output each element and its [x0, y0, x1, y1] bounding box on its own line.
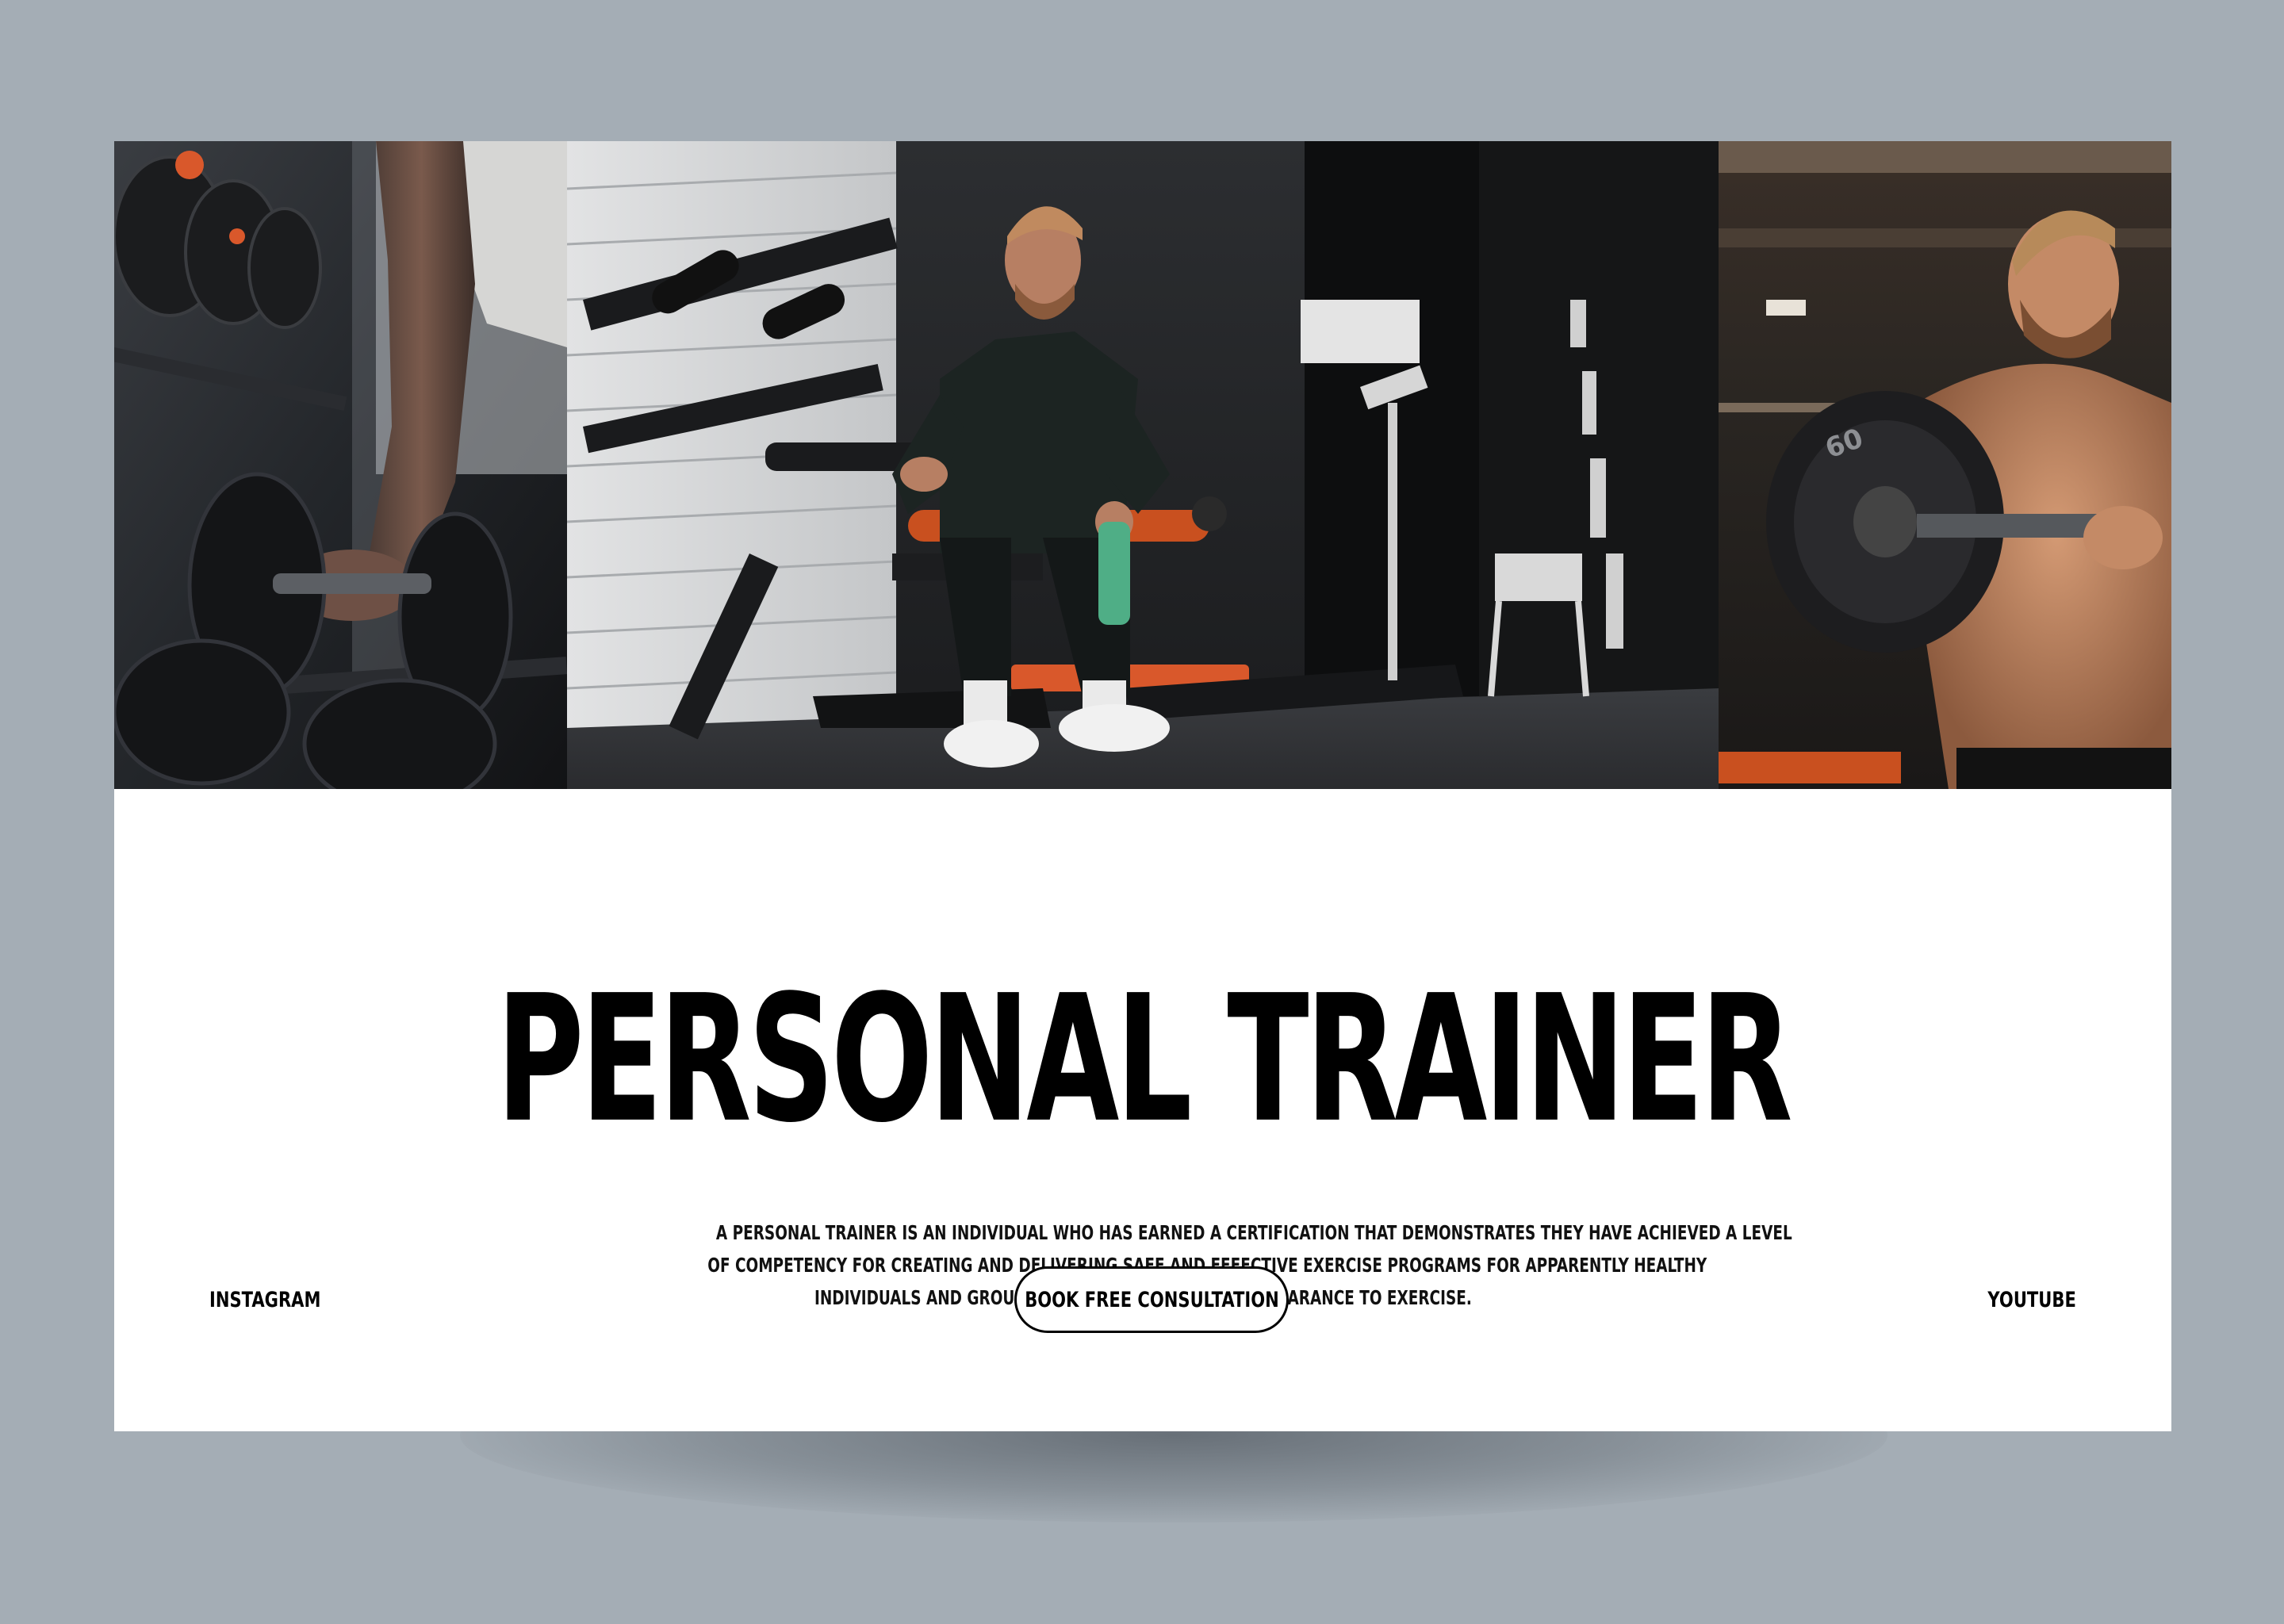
- landing-card: 60 PERSONAL TRAINER A PERSONAL TRAINER I…: [114, 141, 2171, 1431]
- page-title: PERSONAL TRAINER: [496, 957, 1793, 1162]
- dumbbell-rack-photo: [114, 141, 567, 789]
- hero-photo-strip: 60: [114, 141, 2171, 789]
- trainer-seated-on-bench-photo: [567, 141, 1719, 789]
- description-line: A PERSONAL TRAINER IS AN INDIVIDUAL WHO …: [715, 1221, 1792, 1244]
- instagram-link[interactable]: INSTAGRAM: [209, 1288, 320, 1312]
- book-consultation-button[interactable]: BOOK FREE CONSULTATION: [1014, 1266, 1289, 1333]
- trainer-lifting-plate-photo: 60: [1719, 141, 2171, 789]
- book-consultation-label: BOOK FREE CONSULTATION: [1024, 1287, 1279, 1312]
- youtube-link[interactable]: YOUTUBE: [1988, 1288, 2076, 1312]
